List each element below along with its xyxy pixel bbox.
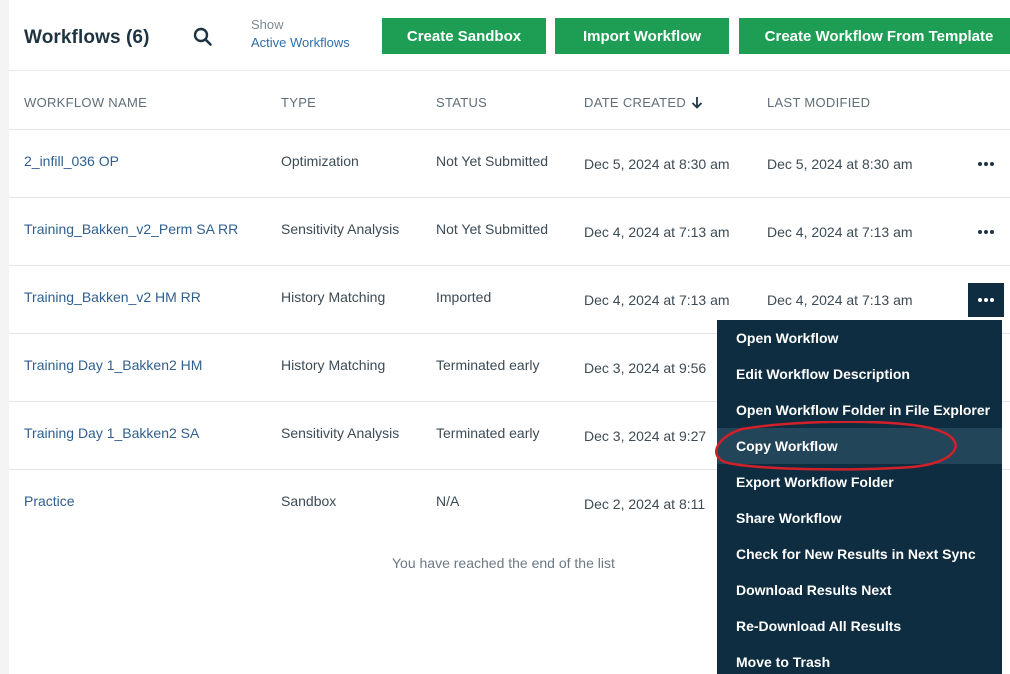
left-strip xyxy=(0,0,9,674)
create-workflow-from-template-button[interactable]: Create Workflow From Template xyxy=(739,18,1010,54)
menu-item-check-new-results[interactable]: Check for New Results in Next Sync xyxy=(717,536,1002,572)
more-options-button[interactable] xyxy=(968,147,1004,181)
workflow-date-created: Dec 2, 2024 at 8:11 xyxy=(584,496,706,512)
workflow-type: Optimization xyxy=(281,153,359,169)
import-workflow-button[interactable]: Import Workflow xyxy=(555,18,729,54)
table-header: WORKFLOW NAME TYPE STATUS DATE CREATED L… xyxy=(9,70,1010,130)
workflow-last-modified: Dec 5, 2024 at 8:30 am xyxy=(767,156,913,172)
workflow-name-link[interactable]: 2_infill_036 OP xyxy=(24,153,119,169)
menu-item-share-workflow[interactable]: Share Workflow xyxy=(717,500,1002,536)
column-header-type[interactable]: TYPE xyxy=(281,95,316,110)
column-header-workflow-name[interactable]: WORKFLOW NAME xyxy=(24,95,147,110)
workflow-name-link[interactable]: Training_Bakken_v2_Perm SA RR xyxy=(24,221,238,237)
workflow-type: Sandbox xyxy=(281,493,337,509)
more-options-button[interactable] xyxy=(968,215,1004,249)
workflow-name-link[interactable]: Training_Bakken_v2 HM RR xyxy=(24,289,201,305)
search-icon[interactable] xyxy=(192,26,214,48)
column-header-date-created-label: DATE CREATED xyxy=(584,95,687,110)
column-header-last-modified[interactable]: LAST MODIFIED xyxy=(767,95,870,110)
workflow-status: Not Yet Submitted xyxy=(436,153,549,169)
more-options-button-active[interactable] xyxy=(968,283,1004,317)
workflow-name-link[interactable]: Training Day 1_Bakken2 HM xyxy=(24,357,202,373)
page-title: Workflows (6) xyxy=(24,27,150,48)
workflow-status: Terminated early xyxy=(436,425,540,441)
workflow-status: Terminated early xyxy=(436,357,540,373)
workflow-type: History Matching xyxy=(281,357,386,373)
workflow-type: History Matching xyxy=(281,289,386,305)
workflow-date-created: Dec 3, 2024 at 9:56 xyxy=(584,360,707,376)
more-horizontal-icon xyxy=(978,162,994,166)
end-of-list-message: You have reached the end of the list xyxy=(392,555,615,571)
menu-item-open-workflow[interactable]: Open Workflow xyxy=(717,320,1002,356)
column-header-date-created[interactable]: DATE CREATED xyxy=(584,95,703,112)
menu-item-export-workflow-folder[interactable]: Export Workflow Folder xyxy=(717,464,1002,500)
table-row[interactable]: 2_infill_036 OP Optimization Not Yet Sub… xyxy=(9,130,1010,198)
menu-item-move-to-trash[interactable]: Move to Trash xyxy=(717,644,1002,674)
column-header-status[interactable]: STATUS xyxy=(436,95,487,110)
more-horizontal-icon xyxy=(978,298,994,302)
workflow-last-modified: Dec 4, 2024 at 7:13 am xyxy=(767,224,913,240)
active-workflows-link[interactable]: Active Workflows xyxy=(251,34,350,52)
workflow-name-link[interactable]: Practice xyxy=(24,493,75,509)
workflow-status: Imported xyxy=(436,289,492,305)
workflow-last-modified: Dec 4, 2024 at 7:13 am xyxy=(767,292,913,308)
table-row[interactable]: Training_Bakken_v2_Perm SA RR Sensitivit… xyxy=(9,198,1010,266)
workflow-date-created: Dec 3, 2024 at 9:27 xyxy=(584,428,707,444)
workflow-status: N/A xyxy=(436,493,460,509)
workflow-date-created: Dec 5, 2024 at 8:30 am xyxy=(584,156,730,172)
menu-item-open-workflow-folder[interactable]: Open Workflow Folder in File Explorer xyxy=(717,392,1002,428)
more-horizontal-icon xyxy=(978,230,994,234)
menu-item-copy-workflow[interactable]: Copy Workflow xyxy=(717,428,1002,464)
arrow-down-icon xyxy=(691,96,703,112)
show-active-workflows-toggle[interactable]: Show Active Workflows xyxy=(251,16,350,52)
workflow-context-menu: Open Workflow Edit Workflow Description … xyxy=(717,320,1002,674)
show-label: Show xyxy=(251,17,284,32)
menu-item-redownload-all-results[interactable]: Re-Download All Results xyxy=(717,608,1002,644)
workflow-date-created: Dec 4, 2024 at 7:13 am xyxy=(584,292,730,308)
workflow-date-created: Dec 4, 2024 at 7:13 am xyxy=(584,224,730,240)
workflow-type: Sensitivity Analysis xyxy=(281,221,400,237)
workflow-type: Sensitivity Analysis xyxy=(281,425,400,441)
workflow-name-link[interactable]: Training Day 1_Bakken2 SA xyxy=(24,425,199,441)
menu-item-edit-workflow-description[interactable]: Edit Workflow Description xyxy=(717,356,1002,392)
page-header: Workflows (6) Show Active Workflows Crea… xyxy=(9,0,1010,70)
menu-item-download-results-next[interactable]: Download Results Next xyxy=(717,572,1002,608)
workflow-status: Not Yet Submitted xyxy=(436,221,549,237)
create-sandbox-button[interactable]: Create Sandbox xyxy=(382,18,546,54)
